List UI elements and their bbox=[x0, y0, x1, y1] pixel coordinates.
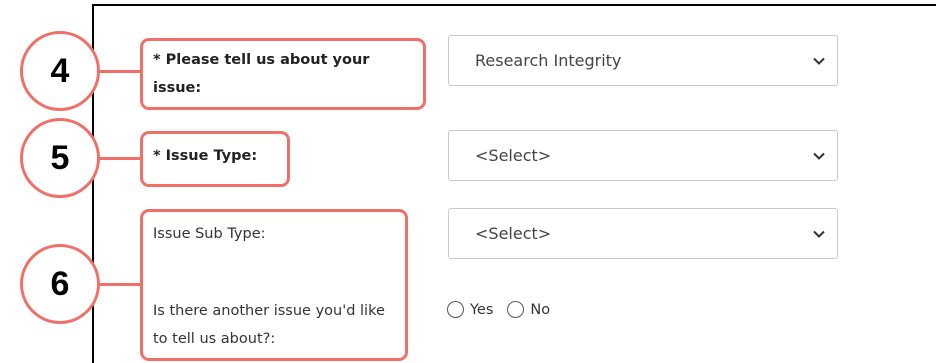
no-radio-label[interactable]: No bbox=[530, 302, 550, 318]
issue-about-label: * Please tell us about your issue: bbox=[153, 52, 370, 96]
issue-about-selected-value: Research Integrity bbox=[475, 51, 622, 70]
another-issue-radio-group: Yes No bbox=[447, 301, 550, 318]
step-4-connector bbox=[96, 70, 142, 73]
yes-radio-label[interactable]: Yes bbox=[470, 302, 493, 318]
no-radio[interactable] bbox=[507, 301, 525, 318]
yes-radio[interactable] bbox=[447, 301, 464, 318]
issue-sub-type-select[interactable]: <Select> bbox=[448, 208, 838, 259]
chevron-down-icon bbox=[813, 230, 825, 238]
issue-sub-type-selected-value: <Select> bbox=[475, 224, 552, 243]
another-issue-label: Is there another issue you'd like to tel… bbox=[153, 303, 385, 347]
issue-sub-type-label: Issue Sub Type: bbox=[153, 226, 266, 242]
step-6-badge: 6 bbox=[20, 244, 100, 324]
step-4-badge: 4 bbox=[20, 31, 100, 111]
step-6-connector bbox=[96, 283, 142, 286]
issue-type-label: * Issue Type: bbox=[153, 148, 258, 164]
issue-type-selected-value: <Select> bbox=[475, 146, 552, 165]
issue-about-select[interactable]: Research Integrity bbox=[448, 35, 838, 86]
issue-type-select[interactable]: <Select> bbox=[448, 130, 838, 181]
step-5-badge: 5 bbox=[20, 118, 100, 198]
step-5-connector bbox=[96, 157, 142, 160]
chevron-down-icon bbox=[813, 152, 825, 160]
chevron-down-icon bbox=[813, 57, 825, 65]
